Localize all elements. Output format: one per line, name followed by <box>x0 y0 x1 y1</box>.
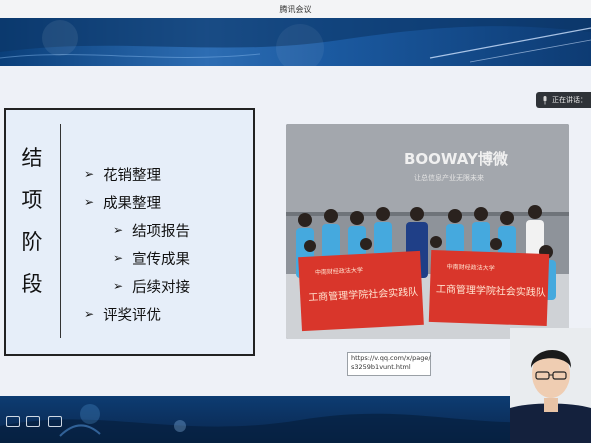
sub-bullet-item: ➢ 结项报告 <box>113 216 190 244</box>
participant-video[interactable] <box>510 328 591 443</box>
slide-footer-decoration <box>0 396 591 443</box>
chevron-right-icon: ➢ <box>84 167 95 181</box>
chevron-right-icon: ➢ <box>84 307 95 321</box>
speaking-label: 正在讲话： <box>552 96 587 104</box>
vertical-divider <box>60 124 61 338</box>
group-photo: BOOWAY博微 让总信息产业无限未来 中南财经政法大学 工商管理学院社会实践队… <box>286 124 569 339</box>
microphone-icon <box>543 95 547 104</box>
slide-header-banner <box>0 18 591 66</box>
window-title: 腾讯会议 <box>279 4 312 14</box>
chat-icon[interactable] <box>26 416 40 427</box>
company-sign: BOOWAY博微 <box>404 150 509 168</box>
section-title-char: 结 <box>21 146 43 170</box>
bullet-item: ➢ 花销整理 <box>84 160 190 188</box>
sub-bullet-item: ➢ 宣传成果 <box>113 244 190 272</box>
link-tooltip-line: https://v.qq.com/x/page/ <box>351 354 431 362</box>
chevron-right-icon: ➢ <box>84 195 95 209</box>
section-title-char: 段 <box>21 272 43 296</box>
bullet-label: 宣传成果 <box>132 251 191 268</box>
bullet-label: 后续对接 <box>132 279 191 296</box>
speaking-indicator: 正在讲话： <box>536 92 591 108</box>
company-slogan: 让总信息产业无限未来 <box>414 173 484 182</box>
banner-right: 中南财经政法大学 工商管理学院社会实践队 <box>428 249 550 327</box>
window-titlebar: 腾讯会议 <box>0 0 591 19</box>
section-title: 结 项 阶 段 <box>20 146 44 296</box>
chevron-right-icon: ➢ <box>113 279 124 293</box>
shared-slide: 结 项 阶 段 ➢ 花销整理 ➢ 成果整理 ➢ 结项报告 ➢ 宣传成果 ➢ 后续对接 ➢ 评… <box>0 18 591 396</box>
sub-bullet-item: ➢ 后续对接 <box>113 272 190 300</box>
bullet-label: 评奖评优 <box>103 307 162 324</box>
bullet-item: ➢ 成果整理 <box>84 188 190 216</box>
chevron-right-icon: ➢ <box>113 251 124 265</box>
svg-text:中南财经政法大学: 中南财经政法大学 <box>447 263 495 273</box>
link-tooltip-line: s3259b1vunt.html <box>351 363 411 371</box>
section-title-char: 项 <box>21 188 43 212</box>
chevron-right-icon: ➢ <box>113 223 124 237</box>
bullet-label: 花销整理 <box>103 167 162 184</box>
link-tooltip[interactable]: https://v.qq.com/x/page/ s3259b1vunt.htm… <box>347 352 431 376</box>
screen-share-icon[interactable] <box>6 416 20 427</box>
bullet-list: ➢ 花销整理 ➢ 成果整理 ➢ 结项报告 ➢ 宣传成果 ➢ 后续对接 ➢ 评奖评优 <box>84 160 190 328</box>
bullet-label: 成果整理 <box>103 195 162 212</box>
bullet-item: ➢ 评奖评优 <box>84 300 190 328</box>
stage-summary-box: 结 项 阶 段 ➢ 花销整理 ➢ 成果整理 ➢ 结项报告 ➢ 宣传成果 ➢ 后续对接 ➢ 评… <box>4 108 255 356</box>
banner-left: 中南财经政法大学 工商管理学院社会实践队 <box>298 250 424 332</box>
bullet-label: 结项报告 <box>132 223 191 240</box>
section-title-char: 阶 <box>21 230 43 254</box>
more-icon[interactable] <box>48 416 62 427</box>
